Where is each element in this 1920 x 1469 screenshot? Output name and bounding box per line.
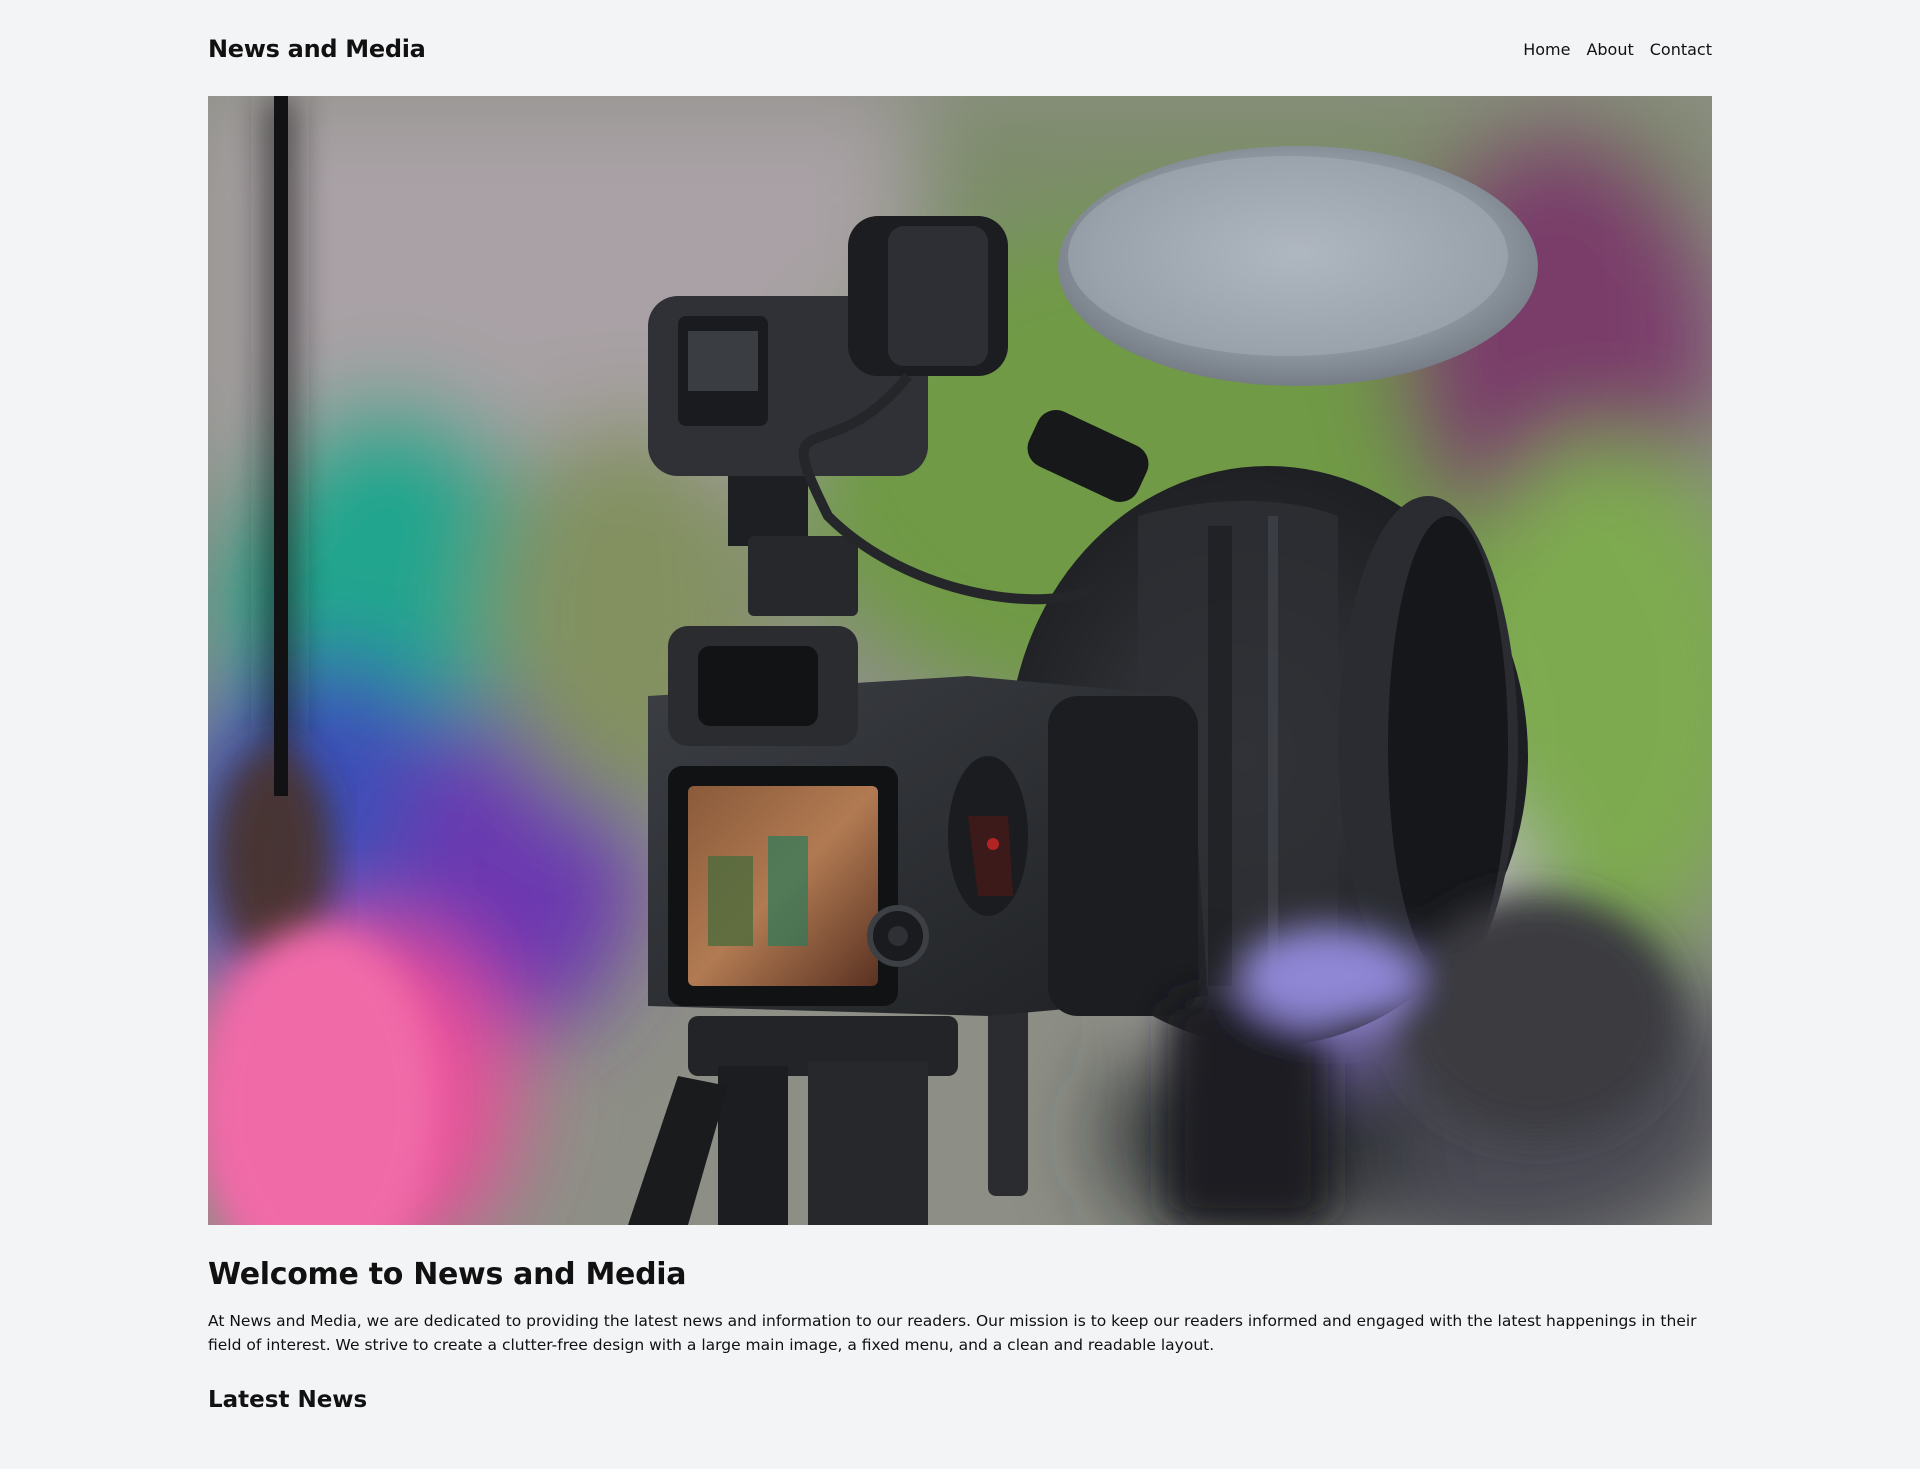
camera-image <box>208 96 1712 1225</box>
nav-item-contact[interactable]: Contact <box>1650 40 1712 59</box>
latest-news-heading: Latest News <box>208 1387 368 1413</box>
site-header: News and Media Home About Contact <box>208 0 1712 96</box>
page-container: News and Media Home About Contact Welcom… <box>208 0 1712 1413</box>
main-nav: Home About Contact <box>1523 38 1712 59</box>
site-title[interactable]: News and Media <box>208 33 426 63</box>
hero-image <box>208 96 1712 1225</box>
main-content: Welcome to News and Media At News and Me… <box>208 1255 1712 1415</box>
welcome-heading: Welcome to News and Media <box>208 1257 687 1292</box>
nav-item-about[interactable]: About <box>1586 40 1633 59</box>
intro-paragraph: At News and Media, we are dedicated to p… <box>208 1312 1697 1354</box>
nav-item-home[interactable]: Home <box>1523 40 1570 59</box>
